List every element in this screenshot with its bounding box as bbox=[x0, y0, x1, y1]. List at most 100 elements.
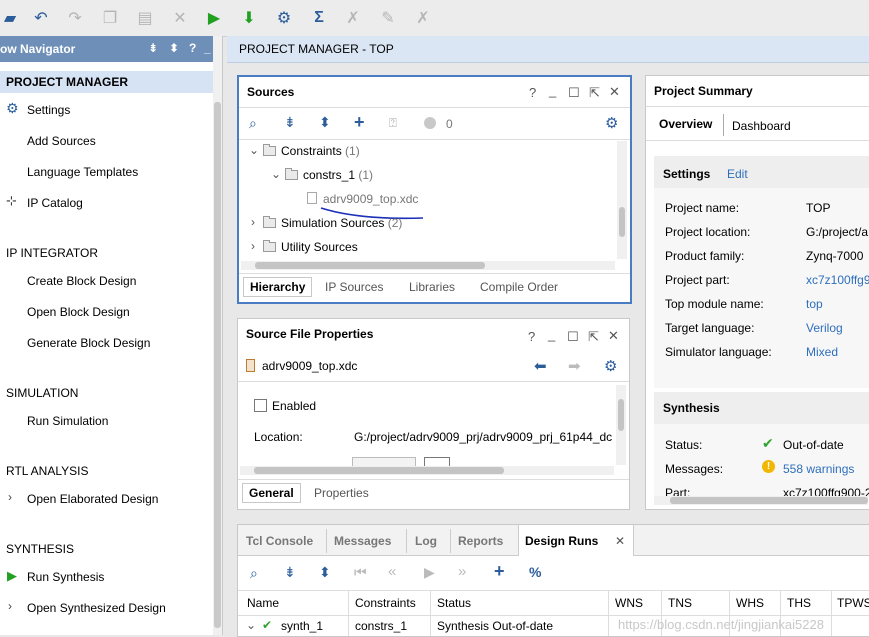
collapse-all-icon[interactable]: ⇟ bbox=[148, 41, 158, 55]
tree-constraints[interactable]: Constraints (1) bbox=[263, 144, 360, 158]
nav-section-project-manager[interactable]: PROJECT MANAGER bbox=[6, 75, 128, 89]
nav-item-run-simulation[interactable]: Run Simulation bbox=[27, 414, 108, 428]
nav-section-ip-integrator[interactable]: IP INTEGRATOR bbox=[6, 246, 98, 260]
sfp-hscroll[interactable] bbox=[240, 466, 614, 475]
tab-overview[interactable]: Overview bbox=[659, 117, 712, 131]
sfp-vscroll[interactable] bbox=[616, 385, 626, 465]
search-icon[interactable]: ⌕ bbox=[250, 565, 258, 582]
column-constraints[interactable]: Constraints bbox=[355, 596, 416, 610]
nav-item-language-templates[interactable]: Language Templates bbox=[27, 165, 138, 179]
sources-vscroll-thumb[interactable] bbox=[619, 207, 625, 237]
back-arrow-icon[interactable]: ⬅ bbox=[534, 357, 547, 375]
close-icon[interactable]: ✕ bbox=[608, 328, 619, 344]
tab-log[interactable]: Log bbox=[415, 534, 437, 548]
tree-constrs-1[interactable]: constrs_1 (1) bbox=[285, 168, 373, 182]
collapse-all-icon[interactable]: ⇟ bbox=[284, 564, 296, 581]
messages-link[interactable]: 558 warnings bbox=[783, 462, 854, 476]
tab-tcl-console[interactable]: Tcl Console bbox=[246, 534, 313, 548]
minimize-icon[interactable]: _ bbox=[548, 327, 555, 342]
column-tpws[interactable]: TPWS bbox=[837, 596, 869, 610]
expand-all-icon[interactable]: ⬍ bbox=[169, 41, 179, 55]
sources-vscroll[interactable] bbox=[617, 141, 627, 259]
help-icon[interactable]: ? bbox=[529, 85, 536, 100]
checkbox-icon[interactable] bbox=[254, 399, 267, 412]
chevron-down-icon[interactable]: ⌄ bbox=[271, 167, 281, 181]
tab-libraries[interactable]: Libraries bbox=[409, 280, 455, 294]
unknown-file-icon[interactable]: ⍰ bbox=[389, 115, 397, 131]
chevron-down-icon[interactable]: ⌄ bbox=[246, 618, 256, 632]
tab-general[interactable]: General bbox=[242, 483, 301, 503]
nav-item-settings[interactable]: Settings bbox=[27, 103, 70, 117]
nav-section-simulation[interactable]: SIMULATION bbox=[6, 386, 78, 400]
column-status[interactable]: Status bbox=[437, 596, 471, 610]
maximize-icon[interactable]: ☐ bbox=[567, 329, 579, 345]
chevron-right-icon[interactable]: › bbox=[251, 239, 255, 253]
close-icon[interactable]: ✕ bbox=[615, 534, 625, 548]
previous-icon[interactable]: « bbox=[388, 563, 396, 580]
nav-item-run-synthesis[interactable]: Run Synthesis bbox=[27, 570, 104, 584]
debug-wand-icon[interactable]: ✎ bbox=[378, 8, 398, 28]
project-part-link[interactable]: xc7z100ffg9 bbox=[806, 273, 869, 287]
copy-icon[interactable]: ❐ bbox=[100, 8, 120, 28]
tree-simulation-sources[interactable]: Simulation Sources (2) bbox=[263, 216, 402, 230]
top-module-link[interactable]: top bbox=[806, 297, 823, 311]
sources-hscroll[interactable] bbox=[241, 261, 615, 270]
column-tns[interactable]: TNS bbox=[668, 596, 692, 610]
chevron-right-icon[interactable]: › bbox=[251, 215, 255, 229]
nav-section-rtl-analysis[interactable]: RTL ANALYSIS bbox=[6, 464, 88, 478]
tab-reports[interactable]: Reports bbox=[458, 534, 503, 548]
tab-hierarchy[interactable]: Hierarchy bbox=[243, 277, 313, 297]
float-icon[interactable]: ⇱ bbox=[588, 329, 599, 345]
forward-arrow-icon[interactable]: ➡ bbox=[568, 357, 581, 375]
play-icon[interactable]: ▶ bbox=[424, 564, 435, 581]
next-icon[interactable]: » bbox=[458, 563, 466, 580]
sources-hscroll-thumb[interactable] bbox=[255, 262, 485, 269]
undo-icon[interactable]: ↶ bbox=[31, 8, 51, 28]
nav-item-ip-catalog[interactable]: IP Catalog bbox=[27, 196, 83, 210]
add-sources-icon[interactable]: + bbox=[354, 112, 365, 133]
chevron-right-icon[interactable]: › bbox=[8, 599, 12, 613]
add-run-icon[interactable]: + bbox=[494, 561, 505, 582]
minimize-icon[interactable]: _ bbox=[549, 83, 556, 98]
debug-cross-icon[interactable]: ✗ bbox=[413, 8, 433, 28]
chevron-down-icon[interactable]: ⌄ bbox=[249, 143, 259, 157]
minimize-icon[interactable]: _ bbox=[204, 41, 211, 55]
float-icon[interactable]: ⇱ bbox=[589, 85, 600, 101]
tab-design-runs[interactable]: Design Runs bbox=[525, 534, 598, 548]
close-icon[interactable]: ✕ bbox=[609, 84, 620, 100]
tab-messages[interactable]: Messages bbox=[334, 534, 391, 548]
column-name[interactable]: Name bbox=[247, 596, 279, 610]
nav-scrollbar[interactable] bbox=[213, 36, 223, 635]
first-icon[interactable]: ⏮ bbox=[354, 564, 367, 581]
expand-all-icon[interactable]: ⬍ bbox=[319, 114, 331, 131]
help-icon[interactable]: ? bbox=[528, 329, 535, 344]
nav-item-open-block-design[interactable]: Open Block Design bbox=[27, 305, 130, 319]
tab-dashboard[interactable]: Dashboard bbox=[732, 119, 791, 133]
collapse-all-icon[interactable]: ⇟ bbox=[284, 114, 296, 131]
sigma-icon[interactable]: Σ bbox=[309, 8, 329, 28]
help-icon[interactable]: ? bbox=[189, 41, 196, 55]
tree-utility-sources[interactable]: Utility Sources bbox=[263, 240, 358, 254]
sfp-vscroll-thumb[interactable] bbox=[618, 399, 624, 431]
summary-hscroll[interactable] bbox=[654, 496, 868, 505]
search-icon[interactable]: ⌕ bbox=[249, 115, 257, 132]
chevron-right-icon[interactable]: › bbox=[8, 490, 12, 504]
partial-button[interactable] bbox=[424, 457, 450, 466]
tab-compile-order[interactable]: Compile Order bbox=[480, 280, 558, 294]
summary-hscroll-thumb[interactable] bbox=[670, 497, 868, 504]
column-whs[interactable]: WHS bbox=[736, 596, 764, 610]
target-language-link[interactable]: Verilog bbox=[806, 321, 843, 335]
nav-item-open-elaborated-design[interactable]: Open Elaborated Design bbox=[27, 492, 158, 506]
redo-icon[interactable]: ↷ bbox=[65, 8, 85, 28]
paste-icon[interactable]: ▤ bbox=[135, 8, 155, 28]
column-wns[interactable]: WNS bbox=[615, 596, 643, 610]
settings-gear-icon[interactable]: ⚙ bbox=[274, 8, 294, 28]
tab-properties[interactable]: Properties bbox=[314, 486, 369, 500]
enabled-checkbox[interactable] bbox=[254, 399, 267, 413]
gear-icon[interactable]: ⚙ bbox=[604, 357, 617, 375]
nav-scrollbar-thumb[interactable] bbox=[214, 102, 221, 628]
percent-icon[interactable]: % bbox=[529, 564, 541, 580]
program-device-icon[interactable]: ⬇ bbox=[239, 8, 259, 28]
delete-icon[interactable]: ✕ bbox=[170, 8, 190, 28]
partial-button[interactable] bbox=[352, 457, 416, 466]
